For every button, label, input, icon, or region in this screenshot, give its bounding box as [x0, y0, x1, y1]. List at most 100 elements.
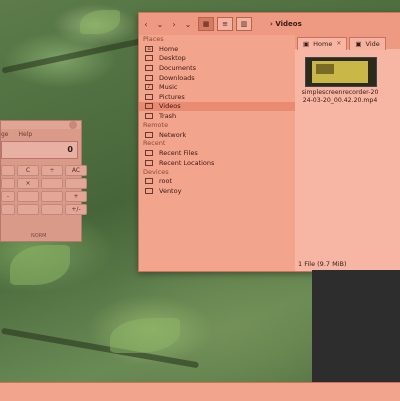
leaf: [80, 10, 120, 34]
background-window: [312, 270, 400, 382]
file-manager-toolbar: ‹ ⌄ › ⌄ ▦ ≡ ▥ › Videos: [139, 13, 400, 35]
calc-key[interactable]: [41, 204, 63, 215]
sidebar-item-recent-files[interactable]: Recent Files: [139, 148, 295, 158]
calc-key[interactable]: [65, 178, 87, 189]
sidebar-item-label: root: [159, 177, 173, 186]
sidebar-item-ventoy[interactable]: Ventoy: [139, 186, 295, 196]
calc-key[interactable]: +/-: [65, 204, 87, 215]
downloads-icon: [145, 74, 153, 81]
tab-videos[interactable]: ▣ Vide: [349, 37, 386, 50]
sidebar-item-pictures[interactable]: Pictures: [139, 92, 295, 102]
documents-icon: [145, 64, 153, 71]
sidebar-item-label: Network: [159, 130, 187, 139]
sidebar-item-label: Desktop: [159, 54, 186, 63]
sidebar-item-label: Ventoy: [159, 186, 182, 195]
sidebar-item-label: Recent Files: [159, 149, 198, 158]
status-text: 1 File (9.7 MiB): [298, 260, 347, 268]
calc-key[interactable]: AC: [65, 165, 87, 176]
file-manager-window: ‹ ⌄ › ⌄ ▦ ≡ ▥ › Videos Places ⌂ Home Desk…: [138, 12, 400, 272]
icon-view-button[interactable]: ▦: [198, 17, 214, 31]
sidebar-item-label: Documents: [159, 63, 197, 72]
sidebar-item-documents[interactable]: Documents: [139, 63, 295, 73]
status-bar: 1 File (9.7 MiB): [138, 260, 400, 270]
drive-icon: [145, 178, 153, 185]
folder-icon: ▣: [355, 40, 362, 48]
tab-home[interactable]: ▣ Home ✕: [297, 37, 348, 50]
sidebar-item-label: Downloads: [159, 73, 195, 82]
sidebar-item-label: Home: [159, 44, 179, 53]
thumbnail-detail: [316, 64, 334, 74]
calc-key[interactable]: C: [17, 165, 39, 176]
split-view-button[interactable]: ▥: [236, 17, 252, 31]
places-header: Places: [143, 35, 164, 43]
calc-key[interactable]: ×: [17, 178, 39, 189]
remote-header: Remote: [143, 120, 169, 129]
sidebar-item-root[interactable]: root: [139, 177, 295, 187]
calc-key[interactable]: [41, 178, 63, 189]
calc-key[interactable]: [1, 204, 15, 215]
file-item[interactable]: simplescreenrecorder-2024-03-20_00.42.20…: [301, 57, 379, 105]
file-name: simplescreenrecorder-2024-03-20_00.42.20…: [301, 89, 379, 104]
calc-key[interactable]: -: [1, 191, 15, 202]
sidebar-item-label: Recent Locations: [159, 158, 215, 167]
calc-key[interactable]: +: [65, 191, 87, 202]
calculator-menubar: ge Help: [1, 129, 81, 139]
desktop-icon: [145, 55, 153, 62]
leaf: [110, 318, 180, 353]
close-icon[interactable]: [69, 121, 77, 129]
sidebar-item-network[interactable]: Network: [139, 130, 295, 140]
tab-label: Vide: [365, 40, 380, 48]
sidebar-item-label: Trash: [159, 111, 177, 120]
recent-locations-icon: [145, 159, 153, 166]
breadcrumb-current[interactable]: Videos: [275, 20, 301, 28]
calc-key[interactable]: ÷: [41, 165, 63, 176]
sidebar-item-videos[interactable]: Videos: [139, 101, 295, 112]
video-thumbnail: [305, 57, 377, 87]
recent-header: Recent: [143, 139, 166, 148]
calculator-keypad: C ÷ AC × - + +/-: [1, 165, 87, 215]
close-tab-icon[interactable]: ✕: [336, 38, 341, 50]
forward-icon[interactable]: ›: [167, 17, 181, 31]
sidebar-item-label: Videos: [159, 102, 181, 111]
calc-key[interactable]: [1, 165, 15, 176]
tab-label: Home: [313, 40, 333, 48]
calculator-display: 0: [1, 141, 78, 159]
calc-key[interactable]: [17, 191, 39, 202]
taskbar: [0, 382, 400, 401]
usb-drive-icon: [145, 187, 153, 194]
sidebar-item-label: Music: [159, 83, 178, 92]
menu-item[interactable]: ge: [1, 131, 9, 138]
file-view: ▣ Home ✕ ▣ Vide simplescreenrecorder-2024-0…: [295, 35, 400, 271]
calculator-titlebar[interactable]: [1, 121, 81, 129]
chevron-down-icon[interactable]: ⌄: [153, 17, 167, 31]
home-icon: ⌂: [145, 45, 153, 52]
location-breadcrumb[interactable]: › Videos: [270, 20, 302, 28]
calc-key[interactable]: [41, 191, 63, 202]
leaf: [10, 245, 70, 285]
sidebar-item-trash[interactable]: Trash: [139, 111, 295, 121]
network-icon: [145, 131, 153, 138]
sidebar-item-music[interactable]: ♪ Music: [139, 82, 295, 92]
tab-bar: ▣ Home ✕ ▣ Vide: [295, 35, 400, 50]
sidebar-item-label: Pictures: [159, 92, 185, 101]
pictures-icon: [145, 93, 153, 100]
trash-icon: [145, 112, 153, 119]
calc-key[interactable]: [1, 178, 15, 189]
sidebar-item-desktop[interactable]: Desktop: [139, 54, 295, 64]
calc-key[interactable]: [17, 204, 39, 215]
sidebar-item-home[interactable]: ⌂ Home: [139, 44, 295, 54]
menu-item-help[interactable]: Help: [19, 131, 33, 138]
back-icon[interactable]: ‹: [139, 17, 153, 31]
calculator-window: ge Help 0 C ÷ AC × - + +/- NORM: [0, 120, 87, 242]
chevron-down-icon[interactable]: ⌄: [181, 17, 195, 31]
places-sidebar: Places ⌂ Home Desktop Documents Downloads…: [139, 35, 295, 261]
folder-icon: ▣: [303, 40, 310, 48]
sidebar-item-recent-locations[interactable]: Recent Locations: [139, 158, 295, 168]
calculator-mode: NORM: [31, 233, 47, 239]
music-icon: ♪: [145, 84, 153, 91]
videos-icon: [145, 103, 153, 110]
devices-header: Devices: [143, 167, 169, 176]
sidebar-item-downloads[interactable]: Downloads: [139, 73, 295, 83]
recent-files-icon: [145, 150, 153, 157]
compact-view-button[interactable]: ≡: [217, 17, 233, 31]
